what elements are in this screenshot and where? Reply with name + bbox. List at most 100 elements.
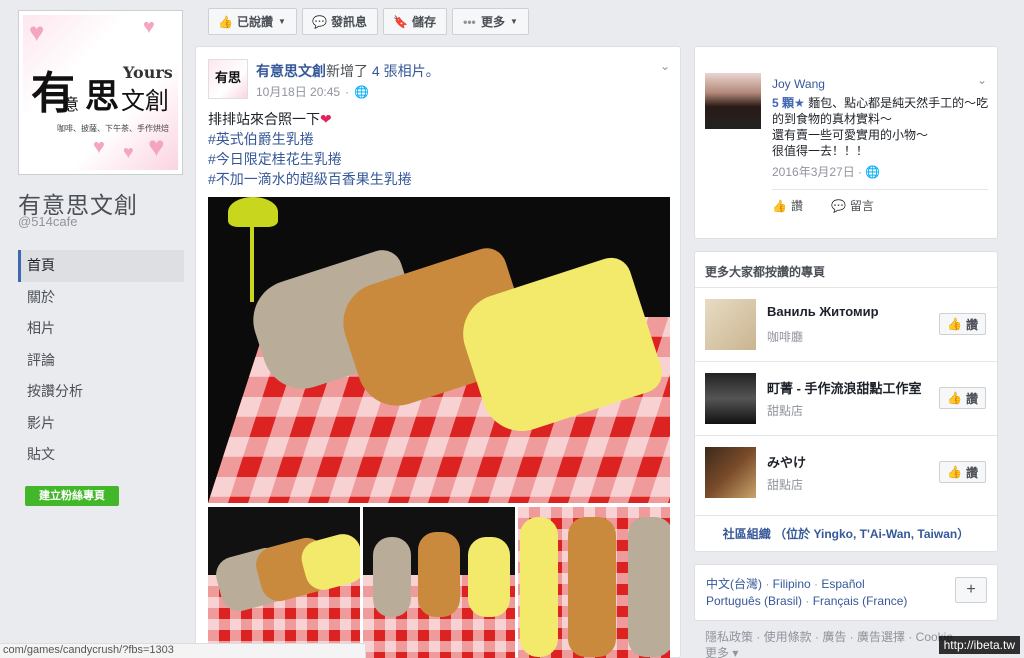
page-action-bar: 👍 已說讚 ▼ 💬 發訊息 🔖 儲存 ••• 更多 ▼ <box>208 8 529 35</box>
liked-page-category: 甜點店 <box>767 404 804 418</box>
heart-icon: ♥ <box>143 16 155 38</box>
reviewer-name[interactable]: Joy Wang <box>772 77 825 91</box>
comment-label: 留言 <box>849 199 874 213</box>
thumbs-up-icon: 👍 <box>947 317 962 331</box>
logo-char: 意 <box>63 95 80 114</box>
thumbs-up-icon: 👍 <box>218 14 233 29</box>
post-card: 有思 有意思文創新增了 4 張相片。 10月18日 20:45 · 🌐 ⌄ 排排… <box>195 46 681 658</box>
liked-page-image[interactable] <box>705 373 756 424</box>
language-link[interactable]: Español <box>821 577 864 591</box>
liked-page-name[interactable]: Ваниль Житомир <box>767 304 879 319</box>
message-button[interactable]: 💬 發訊息 <box>301 8 378 35</box>
liked-button[interactable]: 👍 已說讚 ▼ <box>208 8 297 35</box>
review-text: 5 顆★ 麵包、點心都是純天然手工的～吃的到食物的真材實料～ 還有賣一些可愛實用… <box>772 95 992 159</box>
hashtag-link[interactable]: #不加一滴水的超級百香果生乳捲 <box>208 169 412 189</box>
language-link[interactable]: Filipino <box>773 577 811 591</box>
liked-pages-card: 更多大家都按讚的專頁 Ваниль Житомир 咖啡廳 👍 讚 町菁 - 手作… <box>694 251 998 552</box>
heart-icon: ❤ <box>320 111 332 127</box>
logo-char: 文創 <box>121 87 169 115</box>
like-page-button[interactable]: 👍 讚 <box>939 387 986 409</box>
sidebar-item-home[interactable]: 首頁 <box>18 250 184 282</box>
liked-page-category: 咖啡廳 <box>767 330 804 344</box>
language-link[interactable]: Português (Brasil) <box>706 594 802 608</box>
save-button[interactable]: 🔖 儲存 <box>382 8 447 35</box>
thumbs-up-icon: 👍 <box>947 465 962 479</box>
post-action-text: 新增了 <box>326 63 368 79</box>
liked-page-category: 甜點店 <box>767 478 804 492</box>
heart-icon: ♥ <box>148 131 165 162</box>
review-card: Joy Wang ⌄ 5 顆★ 麵包、點心都是純天然手工的～吃的到食物的真材實料… <box>694 46 998 239</box>
separator: · <box>762 577 773 591</box>
post-text: 排排站來合照一下❤ #英式伯爵生乳捲 #今日限定桂花生乳捲 #不加一滴水的超級百… <box>208 109 412 189</box>
separator: · <box>810 577 822 591</box>
post-photo-thumb[interactable] <box>363 507 515 658</box>
like-page-button[interactable]: 👍 讚 <box>939 313 986 335</box>
review-stars: 5 顆★ <box>772 96 805 110</box>
review-text-line: 麵包、點心都是純天然手工的～吃的到食物的真材實料～ <box>772 96 989 126</box>
language-card: 中文(台灣) · Filipino · Español Português (B… <box>694 564 998 621</box>
heart-icon: ♥ <box>29 17 45 47</box>
sidebar-nav: 首頁 關於 相片 評論 按讚分析 影片 貼文 <box>18 250 184 471</box>
create-page-button[interactable]: 建立粉絲專頁 <box>25 486 119 506</box>
post-photo-count-link[interactable]: 4 張相片。 <box>372 63 440 79</box>
post-options-chevron-icon[interactable]: ⌄ <box>660 59 670 73</box>
post-avatar[interactable]: 有思 <box>208 59 248 99</box>
caret-down-icon: ▼ <box>278 17 286 26</box>
comment-icon: 💬 <box>830 198 846 213</box>
thumbs-up-icon: 👍 <box>772 198 787 213</box>
message-label: 發訊息 <box>330 15 367 29</box>
like-label: 讚 <box>965 391 978 406</box>
thumbs-up-icon: 👍 <box>947 391 962 405</box>
review-date[interactable]: 2016年3月27日 · 🌐 <box>772 163 880 180</box>
like-page-button[interactable]: 👍 讚 <box>939 461 986 483</box>
comment-button[interactable]: 💬 留言 <box>831 197 874 214</box>
sidebar-item-likes[interactable]: 按讚分析 <box>18 376 184 408</box>
language-link[interactable]: 中文(台灣) <box>706 577 762 591</box>
profile-picture[interactable]: ♥ ♥ ♥ ♥ ♥ 有 意 思 文創 Yours 咖啡、披薩、下午茶、手作烘焙 <box>18 10 183 175</box>
sidebar-item-about[interactable]: 關於 <box>18 282 184 314</box>
post-meta: 10月18日 20:45 · 🌐 <box>256 83 369 100</box>
post-timestamp[interactable]: 10月18日 20:45 <box>256 83 340 100</box>
more-label: 更多 <box>480 15 505 29</box>
liked-page-image[interactable] <box>705 299 756 350</box>
post-photo-thumb[interactable] <box>518 507 670 658</box>
logo-char: 思 <box>85 77 119 117</box>
browser-status-bar: com/games/candycrush/?fbs=1303 <box>0 643 366 658</box>
page-handle[interactable]: @514cafe <box>18 214 77 229</box>
language-list: 中文(台灣) · Filipino · Español Português (B… <box>706 576 946 610</box>
liked-page-name[interactable]: 町菁 - 手作流浪甜點工作室 <box>767 378 922 397</box>
dot-separator: · <box>345 84 350 99</box>
liked-page-image[interactable] <box>705 447 756 498</box>
more-button[interactable]: ••• 更多 ▼ <box>451 8 529 35</box>
sidebar-item-reviews[interactable]: 評論 <box>18 345 184 377</box>
liked-page-name[interactable]: みやけ <box>767 452 806 471</box>
sidebar-item-posts[interactable]: 貼文 <box>18 439 184 471</box>
language-link[interactable]: Français (France) <box>813 594 908 608</box>
review-options-chevron-icon[interactable]: ⌄ <box>977 73 987 87</box>
separator: · <box>802 594 813 608</box>
post-photo-thumb[interactable] <box>208 507 360 658</box>
liked-page-row: みやけ 甜點店 👍 讚 <box>695 435 997 509</box>
logo-tagline: 咖啡、披薩、下午茶、手作烘焙 <box>57 124 169 133</box>
post-photo-thumbnails <box>208 507 670 658</box>
like-button[interactable]: 👍 讚 <box>772 197 803 214</box>
hashtag-link[interactable]: #今日限定桂花生乳捲 <box>208 149 412 169</box>
profile-logo: ♥ ♥ ♥ ♥ ♥ 有 意 思 文創 Yours 咖啡、披薩、下午茶、手作烘焙 <box>23 15 178 170</box>
globe-icon[interactable]: 🌐 <box>354 85 369 99</box>
hashtag-link[interactable]: #英式伯爵生乳捲 <box>208 129 412 149</box>
bookmark-icon: 🔖 <box>392 14 408 29</box>
page-category-link[interactable]: 社區組織 （位於 Yingko, T'Ai-Wan, Taiwan） <box>695 515 997 551</box>
reviewer-avatar[interactable] <box>705 73 761 129</box>
logo-yours: Yours <box>123 63 173 82</box>
post-photo-main[interactable] <box>208 197 670 503</box>
caret-down-icon: ▼ <box>509 17 518 26</box>
review-date-text: 2016年3月27日 <box>772 165 855 179</box>
sidebar-item-videos[interactable]: 影片 <box>18 408 184 440</box>
post-author-link[interactable]: 有意思文創 <box>256 63 326 79</box>
like-label: 讚 <box>965 465 978 480</box>
left-sidebar: ♥ ♥ ♥ ♥ ♥ 有 意 思 文創 Yours 咖啡、披薩、下午茶、手作烘焙 … <box>0 0 196 658</box>
liked-page-row: Ваниль Житомир 咖啡廳 👍 讚 <box>695 287 997 361</box>
heart-icon: ♥ <box>93 136 105 158</box>
sidebar-item-photos[interactable]: 相片 <box>18 313 184 345</box>
add-language-button[interactable]: + <box>955 577 987 603</box>
